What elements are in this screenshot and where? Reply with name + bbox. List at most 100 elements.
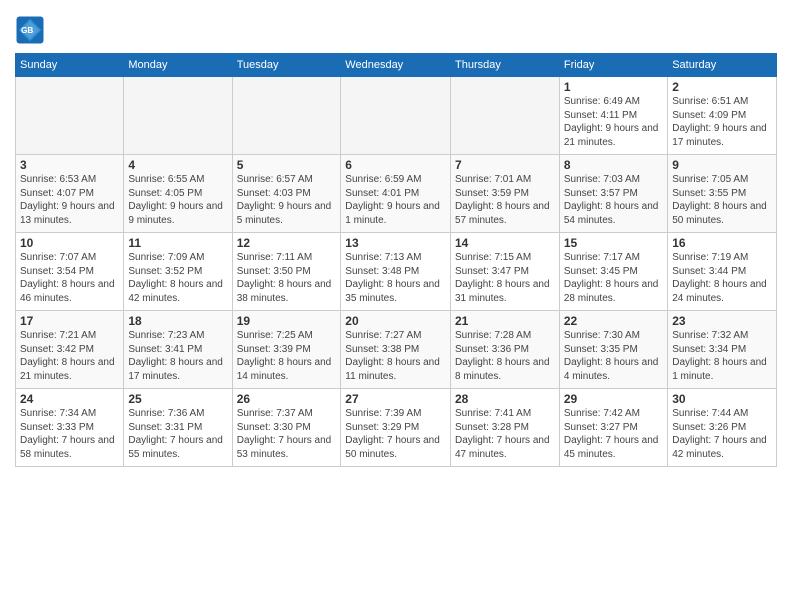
calendar-header-row: SundayMondayTuesdayWednesdayThursdayFrid… — [16, 54, 777, 77]
day-info: Sunrise: 7:07 AM Sunset: 3:54 PM Dayligh… — [20, 251, 119, 305]
day-number: 21 — [455, 314, 555, 328]
calendar-cell: 16Sunrise: 7:19 AM Sunset: 3:44 PM Dayli… — [668, 233, 777, 311]
day-number: 14 — [455, 236, 555, 250]
day-number: 5 — [237, 158, 337, 172]
day-info: Sunrise: 6:53 AM Sunset: 4:07 PM Dayligh… — [20, 173, 119, 227]
day-info: Sunrise: 7:05 AM Sunset: 3:55 PM Dayligh… — [672, 173, 772, 227]
day-info: Sunrise: 7:21 AM Sunset: 3:42 PM Dayligh… — [20, 329, 119, 383]
calendar-cell: 7Sunrise: 7:01 AM Sunset: 3:59 PM Daylig… — [451, 155, 560, 233]
calendar-cell — [16, 77, 124, 155]
calendar-cell: 27Sunrise: 7:39 AM Sunset: 3:29 PM Dayli… — [341, 389, 451, 467]
calendar-week-row: 10Sunrise: 7:07 AM Sunset: 3:54 PM Dayli… — [16, 233, 777, 311]
day-info: Sunrise: 7:03 AM Sunset: 3:57 PM Dayligh… — [564, 173, 663, 227]
calendar-cell — [124, 77, 232, 155]
calendar-week-row: 1Sunrise: 6:49 AM Sunset: 4:11 PM Daylig… — [16, 77, 777, 155]
day-number: 1 — [564, 80, 663, 94]
calendar-cell: 23Sunrise: 7:32 AM Sunset: 3:34 PM Dayli… — [668, 311, 777, 389]
day-number: 29 — [564, 392, 663, 406]
day-number: 23 — [672, 314, 772, 328]
day-number: 28 — [455, 392, 555, 406]
day-info: Sunrise: 7:25 AM Sunset: 3:39 PM Dayligh… — [237, 329, 337, 383]
calendar-week-row: 24Sunrise: 7:34 AM Sunset: 3:33 PM Dayli… — [16, 389, 777, 467]
day-info: Sunrise: 7:32 AM Sunset: 3:34 PM Dayligh… — [672, 329, 772, 383]
calendar-cell: 17Sunrise: 7:21 AM Sunset: 3:42 PM Dayli… — [16, 311, 124, 389]
day-info: Sunrise: 7:27 AM Sunset: 3:38 PM Dayligh… — [345, 329, 446, 383]
day-number: 25 — [128, 392, 227, 406]
day-number: 17 — [20, 314, 119, 328]
calendar-cell: 9Sunrise: 7:05 AM Sunset: 3:55 PM Daylig… — [668, 155, 777, 233]
day-info: Sunrise: 7:19 AM Sunset: 3:44 PM Dayligh… — [672, 251, 772, 305]
logo: GB — [15, 15, 47, 45]
day-info: Sunrise: 7:23 AM Sunset: 3:41 PM Dayligh… — [128, 329, 227, 383]
weekday-header-tuesday: Tuesday — [232, 54, 341, 77]
weekday-header-monday: Monday — [124, 54, 232, 77]
day-info: Sunrise: 7:11 AM Sunset: 3:50 PM Dayligh… — [237, 251, 337, 305]
day-info: Sunrise: 7:37 AM Sunset: 3:30 PM Dayligh… — [237, 407, 337, 461]
calendar-cell: 24Sunrise: 7:34 AM Sunset: 3:33 PM Dayli… — [16, 389, 124, 467]
calendar-cell: 6Sunrise: 6:59 AM Sunset: 4:01 PM Daylig… — [341, 155, 451, 233]
day-number: 27 — [345, 392, 446, 406]
day-info: Sunrise: 7:42 AM Sunset: 3:27 PM Dayligh… — [564, 407, 663, 461]
calendar-cell: 12Sunrise: 7:11 AM Sunset: 3:50 PM Dayli… — [232, 233, 341, 311]
day-number: 12 — [237, 236, 337, 250]
day-info: Sunrise: 6:55 AM Sunset: 4:05 PM Dayligh… — [128, 173, 227, 227]
day-number: 8 — [564, 158, 663, 172]
calendar-cell: 22Sunrise: 7:30 AM Sunset: 3:35 PM Dayli… — [559, 311, 667, 389]
calendar-cell: 3Sunrise: 6:53 AM Sunset: 4:07 PM Daylig… — [16, 155, 124, 233]
calendar-cell — [232, 77, 341, 155]
weekday-header-wednesday: Wednesday — [341, 54, 451, 77]
day-number: 19 — [237, 314, 337, 328]
calendar-cell: 14Sunrise: 7:15 AM Sunset: 3:47 PM Dayli… — [451, 233, 560, 311]
day-number: 13 — [345, 236, 446, 250]
calendar-cell — [341, 77, 451, 155]
weekday-header-friday: Friday — [559, 54, 667, 77]
day-info: Sunrise: 7:01 AM Sunset: 3:59 PM Dayligh… — [455, 173, 555, 227]
calendar-cell: 1Sunrise: 6:49 AM Sunset: 4:11 PM Daylig… — [559, 77, 667, 155]
calendar-cell: 2Sunrise: 6:51 AM Sunset: 4:09 PM Daylig… — [668, 77, 777, 155]
day-info: Sunrise: 7:36 AM Sunset: 3:31 PM Dayligh… — [128, 407, 227, 461]
day-number: 30 — [672, 392, 772, 406]
day-info: Sunrise: 7:15 AM Sunset: 3:47 PM Dayligh… — [455, 251, 555, 305]
calendar-week-row: 3Sunrise: 6:53 AM Sunset: 4:07 PM Daylig… — [16, 155, 777, 233]
day-number: 15 — [564, 236, 663, 250]
weekday-header-thursday: Thursday — [451, 54, 560, 77]
day-info: Sunrise: 7:41 AM Sunset: 3:28 PM Dayligh… — [455, 407, 555, 461]
calendar-cell: 15Sunrise: 7:17 AM Sunset: 3:45 PM Dayli… — [559, 233, 667, 311]
calendar-week-row: 17Sunrise: 7:21 AM Sunset: 3:42 PM Dayli… — [16, 311, 777, 389]
logo-icon: GB — [15, 15, 45, 45]
day-number: 22 — [564, 314, 663, 328]
day-number: 9 — [672, 158, 772, 172]
calendar-cell: 18Sunrise: 7:23 AM Sunset: 3:41 PM Dayli… — [124, 311, 232, 389]
day-number: 11 — [128, 236, 227, 250]
weekday-header-sunday: Sunday — [16, 54, 124, 77]
day-info: Sunrise: 7:30 AM Sunset: 3:35 PM Dayligh… — [564, 329, 663, 383]
day-info: Sunrise: 6:57 AM Sunset: 4:03 PM Dayligh… — [237, 173, 337, 227]
calendar-cell: 8Sunrise: 7:03 AM Sunset: 3:57 PM Daylig… — [559, 155, 667, 233]
calendar-cell: 25Sunrise: 7:36 AM Sunset: 3:31 PM Dayli… — [124, 389, 232, 467]
calendar-cell: 4Sunrise: 6:55 AM Sunset: 4:05 PM Daylig… — [124, 155, 232, 233]
day-info: Sunrise: 7:44 AM Sunset: 3:26 PM Dayligh… — [672, 407, 772, 461]
calendar-cell: 13Sunrise: 7:13 AM Sunset: 3:48 PM Dayli… — [341, 233, 451, 311]
calendar-cell: 29Sunrise: 7:42 AM Sunset: 3:27 PM Dayli… — [559, 389, 667, 467]
day-number: 20 — [345, 314, 446, 328]
day-number: 26 — [237, 392, 337, 406]
day-number: 18 — [128, 314, 227, 328]
calendar-cell — [451, 77, 560, 155]
weekday-header-saturday: Saturday — [668, 54, 777, 77]
day-info: Sunrise: 7:13 AM Sunset: 3:48 PM Dayligh… — [345, 251, 446, 305]
day-info: Sunrise: 6:51 AM Sunset: 4:09 PM Dayligh… — [672, 95, 772, 149]
calendar-cell: 26Sunrise: 7:37 AM Sunset: 3:30 PM Dayli… — [232, 389, 341, 467]
calendar-cell: 19Sunrise: 7:25 AM Sunset: 3:39 PM Dayli… — [232, 311, 341, 389]
calendar-cell: 10Sunrise: 7:07 AM Sunset: 3:54 PM Dayli… — [16, 233, 124, 311]
main-container: GB SundayMondayTuesdayWednesdayThursdayF… — [0, 0, 792, 472]
day-number: 7 — [455, 158, 555, 172]
day-info: Sunrise: 7:34 AM Sunset: 3:33 PM Dayligh… — [20, 407, 119, 461]
day-info: Sunrise: 7:39 AM Sunset: 3:29 PM Dayligh… — [345, 407, 446, 461]
calendar-cell: 11Sunrise: 7:09 AM Sunset: 3:52 PM Dayli… — [124, 233, 232, 311]
day-info: Sunrise: 6:49 AM Sunset: 4:11 PM Dayligh… — [564, 95, 663, 149]
day-number: 2 — [672, 80, 772, 94]
day-info: Sunrise: 7:17 AM Sunset: 3:45 PM Dayligh… — [564, 251, 663, 305]
day-number: 16 — [672, 236, 772, 250]
calendar-cell: 20Sunrise: 7:27 AM Sunset: 3:38 PM Dayli… — [341, 311, 451, 389]
day-number: 10 — [20, 236, 119, 250]
